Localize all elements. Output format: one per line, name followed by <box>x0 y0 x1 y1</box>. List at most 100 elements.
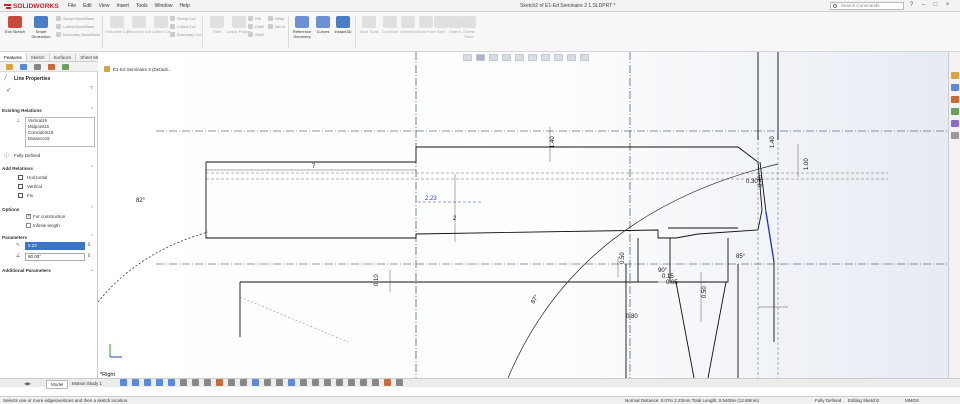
dim-0-30[interactable]: 0.30 <box>746 179 758 185</box>
dimxpert-tab-icon[interactable] <box>48 64 55 70</box>
minimize-icon[interactable]: – <box>920 2 927 9</box>
configuration-tab-icon[interactable] <box>34 64 41 70</box>
appearances-icon[interactable] <box>951 120 959 127</box>
rectangle-tool-icon[interactable] <box>132 379 139 386</box>
dim-2[interactable]: 2 <box>453 216 457 222</box>
exit-sketch-button[interactable]: Exit Sketch <box>2 14 28 48</box>
boundary-boss-button[interactable]: Boundary Boss/Base <box>56 32 100 37</box>
combine-button[interactable]: Combine <box>380 14 400 48</box>
spin-icon[interactable]: ⇕ <box>87 242 91 248</box>
relation-vertical[interactable]: Vertical <box>27 184 42 189</box>
offset-tool-icon[interactable] <box>192 379 199 386</box>
collapse-icon[interactable]: ⌃ <box>90 206 94 212</box>
wrap-button[interactable]: Wrap <box>268 16 284 21</box>
tab-sketch[interactable]: Sketch <box>27 53 50 61</box>
file-explorer-icon[interactable] <box>951 96 959 103</box>
dim-0-40[interactable]: 0.40 <box>758 175 764 187</box>
repair-tool-icon[interactable] <box>384 379 391 386</box>
length-field[interactable]: 2.23 <box>25 242 85 250</box>
graphics-area[interactable]: E1-Ed Seminaire 2 (Default... 7 2.23 2 1… <box>98 52 948 378</box>
app-logo[interactable]: SOLIDWORKS <box>4 2 59 10</box>
move-tool-icon[interactable] <box>324 379 331 386</box>
dim-0-10[interactable]: 0.10 <box>374 274 380 286</box>
ok-check-icon[interactable]: ✓ <box>6 86 12 94</box>
mirror-tool-icon[interactable] <box>204 379 211 386</box>
spline-tool-icon[interactable] <box>168 379 175 386</box>
point-tool-icon[interactable] <box>252 379 259 386</box>
tab-model[interactable]: Model <box>46 380 69 389</box>
selected-line[interactable] <box>765 211 775 263</box>
dim-2-23[interactable]: 2.23 <box>425 196 437 202</box>
dim-90-deg[interactable]: 90° <box>658 268 668 274</box>
expand-icon[interactable]: ⌄ <box>90 267 94 273</box>
relation-item[interactable]: Distance19 <box>26 136 94 142</box>
collapse-icon[interactable]: ⌃ <box>90 234 94 240</box>
display-relations-icon[interactable] <box>396 379 403 386</box>
menu-edit[interactable]: Edit <box>83 3 92 9</box>
property-manager-tab-icon[interactable] <box>20 64 27 70</box>
maximize-icon[interactable]: □ <box>932 2 939 9</box>
dim-0-05[interactable]: 0.05 <box>666 280 678 286</box>
for-construction-checkbox[interactable] <box>26 213 31 219</box>
spin-icon[interactable]: ⇕ <box>87 253 91 259</box>
line-tool-icon[interactable] <box>120 379 127 386</box>
close-icon[interactable]: × <box>944 2 951 9</box>
status-units[interactable]: MMGS <box>905 397 919 404</box>
instant3d-button[interactable]: Instant3D <box>332 14 354 48</box>
lofted-boss-button[interactable]: Lofted Boss/Base <box>56 24 94 29</box>
convert-tool-icon[interactable] <box>300 379 307 386</box>
tab-scroll-icon[interactable]: ◀▶ <box>20 380 35 387</box>
mold-tools-button[interactable]: Mold Tools <box>356 14 382 48</box>
collapse-icon[interactable]: ⌃ <box>90 165 94 171</box>
trim-tool-icon[interactable] <box>180 379 187 386</box>
collapse-icon[interactable]: ⌃ <box>90 107 94 113</box>
custom-properties-icon[interactable] <box>951 132 959 139</box>
menu-file[interactable]: File <box>68 3 76 9</box>
mirror-button[interactable]: Mirror <box>268 24 285 29</box>
dim-1-40-right[interactable]: 1.40 <box>770 136 776 148</box>
text-tool-icon[interactable] <box>276 379 283 386</box>
rib-button[interactable]: Rib <box>248 16 261 21</box>
boundary-cut-button[interactable]: Boundary Cut <box>170 32 201 37</box>
pattern-tool-icon[interactable] <box>312 379 319 386</box>
dim-0-50-center[interactable]: 0.50 <box>702 286 708 298</box>
tab-features[interactable]: Features <box>0 53 27 61</box>
copy-tool-icon[interactable] <box>360 379 367 386</box>
dim-82-deg[interactable]: 82° <box>136 198 146 204</box>
design-library-icon[interactable] <box>951 84 959 91</box>
stretch-tool-icon[interactable] <box>372 379 379 386</box>
dim-0-80[interactable]: 0.80 <box>626 314 638 320</box>
swept-boss-button[interactable]: Swept Boss/Base <box>56 16 94 21</box>
menu-view[interactable]: View <box>99 3 110 9</box>
menu-window[interactable]: Window <box>155 3 173 9</box>
curves-button[interactable]: Curves <box>314 14 332 48</box>
feature-tree-tab-icon[interactable] <box>6 64 13 70</box>
dimension-tool-icon[interactable] <box>240 379 247 386</box>
sketch-geometry[interactable]: 7 2.23 2 1.40 1.40 1.00 0.40 0.30 0.15 0… <box>98 52 948 378</box>
dim-0-50-left[interactable]: 0.50 <box>620 252 626 264</box>
polygon-tool-icon[interactable] <box>288 379 295 386</box>
menu-insert[interactable]: Insert <box>116 3 129 9</box>
swept-cut-button[interactable]: Swept Cut <box>170 16 195 21</box>
view-palette-icon[interactable] <box>951 108 959 115</box>
shell-button[interactable]: Shell <box>248 32 264 37</box>
rotate-tool-icon[interactable] <box>336 379 343 386</box>
dim-1-00[interactable]: 1.00 <box>804 158 810 170</box>
tab-surfaces[interactable]: Surfaces <box>50 53 77 61</box>
fillet-tool-icon[interactable] <box>216 379 223 386</box>
infinite-length-checkbox[interactable] <box>26 223 31 228</box>
arc-tool-icon[interactable] <box>156 379 163 386</box>
draft-button[interactable]: Draft <box>248 24 264 29</box>
display-tab-icon[interactable] <box>62 64 69 70</box>
reference-geometry-button[interactable]: Reference Geometry <box>290 14 314 48</box>
dim-87-deg[interactable]: 87° <box>531 294 541 305</box>
delete-face-button[interactable]: Delete Face <box>460 14 478 48</box>
relations-list[interactable]: Vertical19 Midpoint15 Coincident18 Dista… <box>25 117 95 147</box>
resources-icon[interactable] <box>951 72 959 79</box>
centerline-tool-icon[interactable] <box>264 379 271 386</box>
relation-fix[interactable]: Fix <box>27 193 33 198</box>
menu-tools[interactable]: Tools <box>136 3 148 9</box>
relations-tool-icon[interactable] <box>228 379 235 386</box>
tab-motion-study[interactable]: Motion Study 1 <box>68 380 106 387</box>
menu-help[interactable]: Help <box>179 3 189 9</box>
